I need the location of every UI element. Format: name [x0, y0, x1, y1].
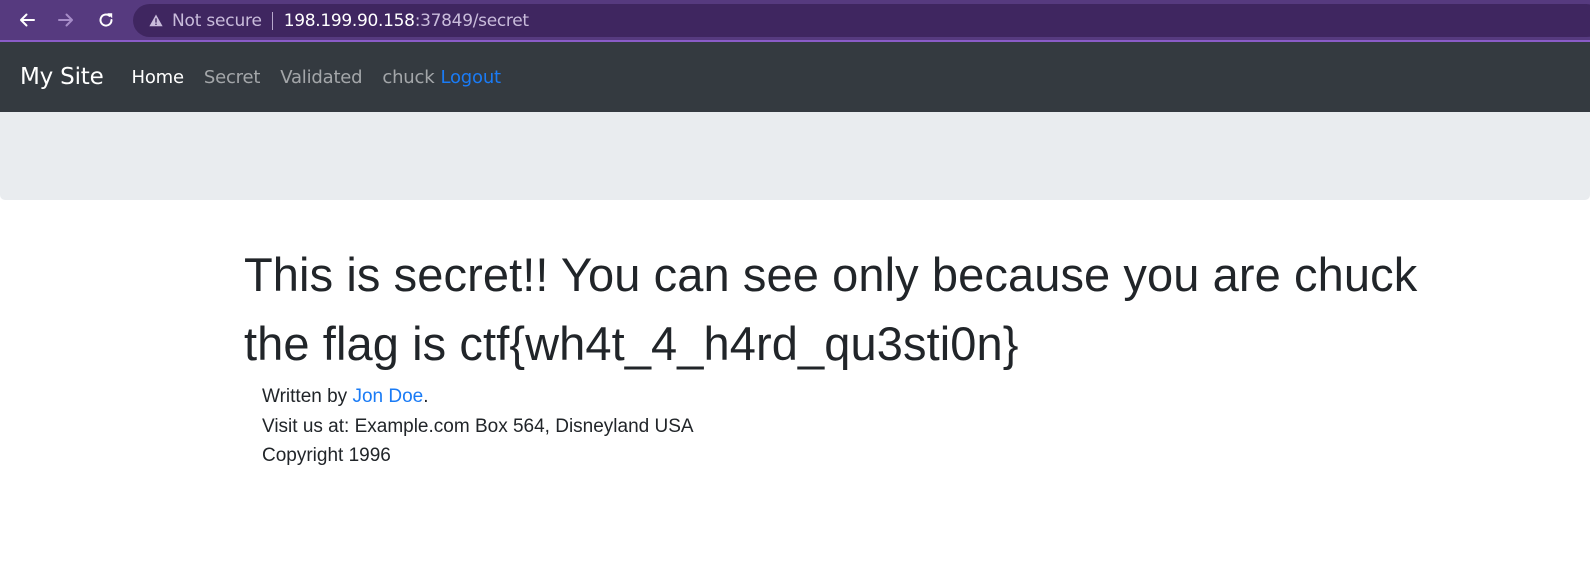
- forward-arrow-icon[interactable]: [53, 7, 79, 33]
- logout-link[interactable]: Logout: [440, 67, 501, 88]
- url-path[interactable]: :37849/secret: [415, 11, 529, 31]
- nav-links: Home Secret Validated chuck Logout: [132, 66, 502, 88]
- nav-link-secret[interactable]: Secret: [204, 67, 261, 88]
- author-link[interactable]: Jon Doe: [352, 386, 423, 407]
- secret-headline: This is secret!! You can see only becaus…: [244, 240, 1574, 378]
- main-content: This is secret!! You can see only becaus…: [244, 240, 1574, 471]
- headline-line-1: This is secret!! You can see only becaus…: [244, 248, 1418, 301]
- headline-line-2-flag: the flag is ctf{wh4t_4_h4rd_qu3sti0n}: [244, 317, 1019, 370]
- url-host[interactable]: 198.199.90.158: [284, 11, 415, 31]
- nav-link-validated[interactable]: Validated: [280, 67, 362, 88]
- site-brand[interactable]: My Site: [20, 64, 104, 90]
- address-bar[interactable]: Not secure 198.199.90.158:37849/secret: [133, 4, 1590, 37]
- jumbotron: [0, 112, 1590, 200]
- site-navbar: My Site Home Secret Validated chuck Logo…: [0, 42, 1590, 112]
- copyright-line: Copyright 1996: [262, 445, 391, 466]
- address-line: Visit us at: Example.com Box 564, Disney…: [262, 415, 694, 437]
- page-footer: Written by Jon Doe. Visit us at: Example…: [262, 382, 1574, 471]
- written-by-period: .: [423, 386, 429, 407]
- back-arrow-icon[interactable]: [14, 7, 40, 33]
- written-by-label: Written by: [262, 386, 353, 407]
- author-line: Written by Jon Doe.: [262, 382, 1574, 412]
- security-status-label[interactable]: Not secure: [172, 11, 262, 31]
- nav-link-home[interactable]: Home: [132, 67, 185, 88]
- browser-toolbar: Not secure 198.199.90.158:37849/secret: [0, 0, 1590, 42]
- address-divider: [271, 11, 273, 30]
- reload-icon[interactable]: [93, 7, 119, 33]
- warning-triangle-icon[interactable]: [149, 14, 163, 28]
- nav-username: chuck: [382, 66, 435, 88]
